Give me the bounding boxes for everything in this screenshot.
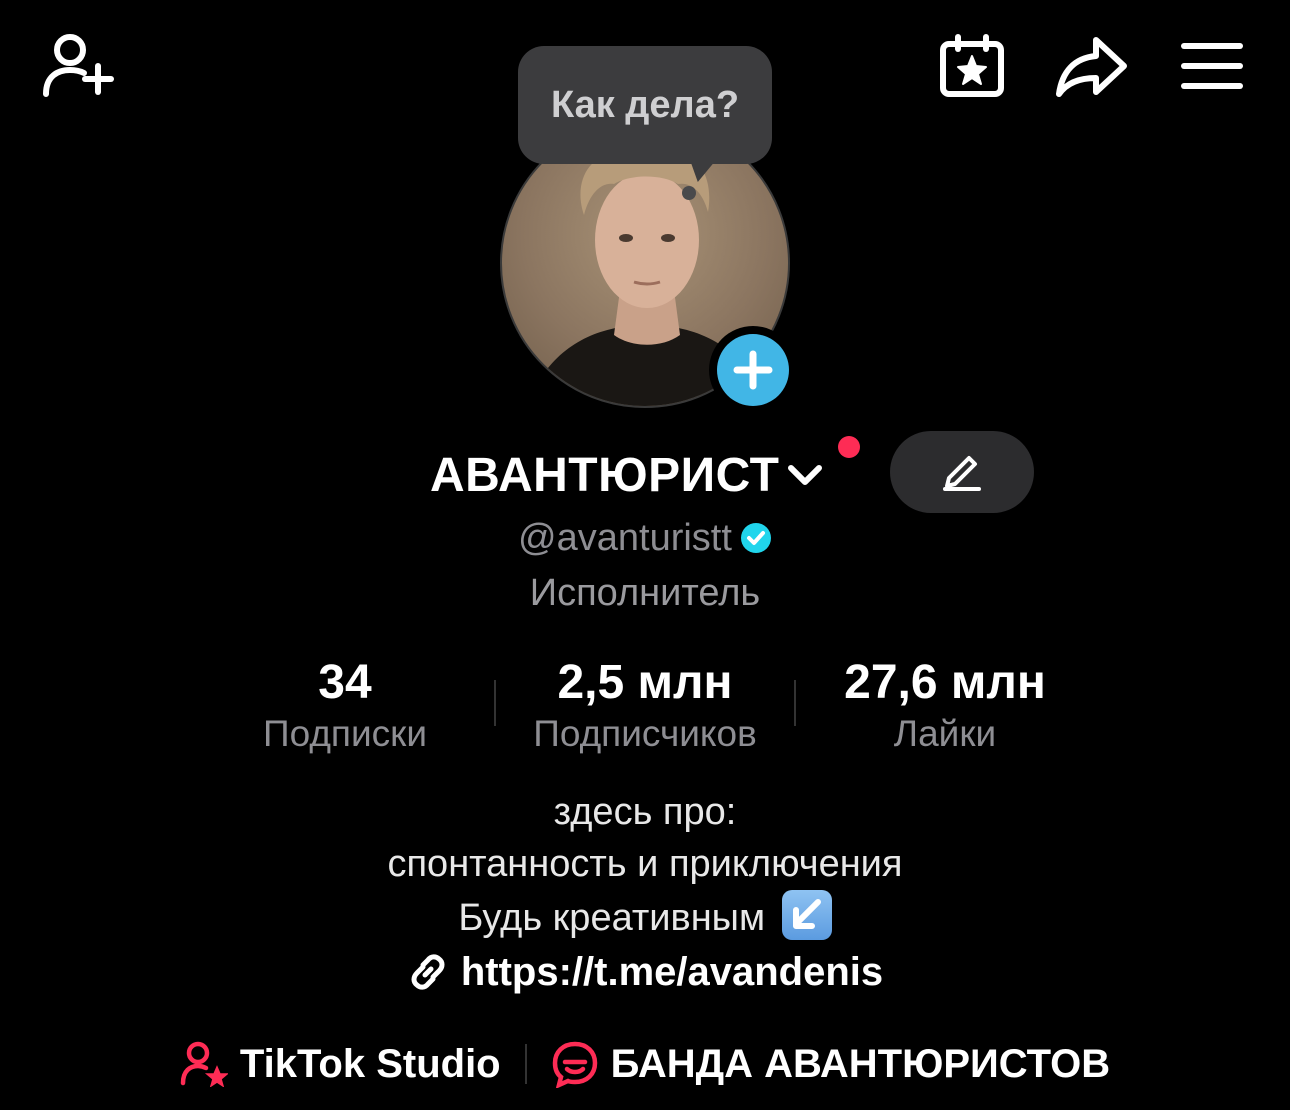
link-icon [411, 954, 445, 990]
group-label: БАНДА АВАНТЮРИСТОВ [610, 1041, 1111, 1086]
bio-line: здесь про: [553, 791, 737, 833]
bio-line: Будь креативным [458, 897, 766, 939]
person-plus-icon [43, 34, 114, 97]
stat-followers[interactable]: 2,5 млн Подписчиков [510, 652, 780, 754]
calendar-button[interactable] [938, 34, 1006, 98]
bottom-shortcuts: TikTok Studio БАНДА АВАНТЮРИСТОВ [0, 1034, 1290, 1094]
link-text: https://t.me/avandenis [460, 949, 884, 994]
verified-badge-icon [740, 523, 771, 553]
following-count: 34 [318, 656, 372, 709]
add-story-button[interactable] [709, 326, 797, 414]
stat-divider [794, 680, 796, 726]
bio-line: спонтанность и приключения [387, 843, 903, 885]
pencil-icon [943, 456, 981, 491]
stat-divider [494, 680, 496, 726]
share-button[interactable] [1054, 34, 1128, 98]
bio: здесь про: спонтанность и приключения Бу… [0, 786, 1290, 944]
username-row: @avanturistt [0, 512, 1290, 564]
group-chat-button[interactable]: БАНДА АВАНТЮРИСТОВ [527, 1040, 1135, 1088]
username: @avanturistt [518, 516, 732, 559]
share-arrow-icon [1056, 37, 1127, 97]
calendar-star-icon [940, 34, 1004, 97]
status-bubble[interactable]: Как дела? [518, 46, 772, 164]
stat-likes[interactable]: 27,6 млн Лайки [820, 652, 1070, 754]
edit-profile-button[interactable] [890, 431, 1034, 513]
arrow-down-left-emoji-icon [781, 890, 832, 940]
status-text: Как дела? [550, 83, 740, 126]
following-label: Подписки [262, 713, 427, 754]
account-switcher[interactable]: АВАНТЮРИСТ [430, 440, 825, 510]
followers-label: Подписчиков [533, 713, 757, 754]
tiktok-studio-button[interactable]: TikTok Studio [156, 1041, 525, 1087]
display-name: АВАНТЮРИСТ [430, 448, 780, 502]
hamburger-menu-icon [1181, 43, 1243, 89]
profile-category: Исполнитель [529, 572, 761, 614]
followers-count: 2,5 млн [557, 656, 733, 709]
notification-dot [838, 436, 860, 458]
stat-following[interactable]: 34 Подписки [235, 652, 455, 754]
add-friend-button[interactable] [40, 30, 116, 102]
person-star-icon [180, 1041, 228, 1087]
bio-link[interactable]: https://t.me/avandenis [0, 944, 1290, 1000]
studio-label: TikTok Studio [239, 1041, 501, 1086]
chevron-down-icon [788, 465, 823, 485]
bio-line-emoji: Будь креативным [0, 890, 1290, 944]
menu-button[interactable] [1180, 40, 1244, 92]
bubble-dot [682, 186, 696, 200]
plus-icon [733, 350, 773, 390]
likes-count: 27,6 млн [844, 656, 1046, 709]
group-chat-icon [552, 1041, 597, 1088]
likes-label: Лайки [893, 713, 997, 754]
